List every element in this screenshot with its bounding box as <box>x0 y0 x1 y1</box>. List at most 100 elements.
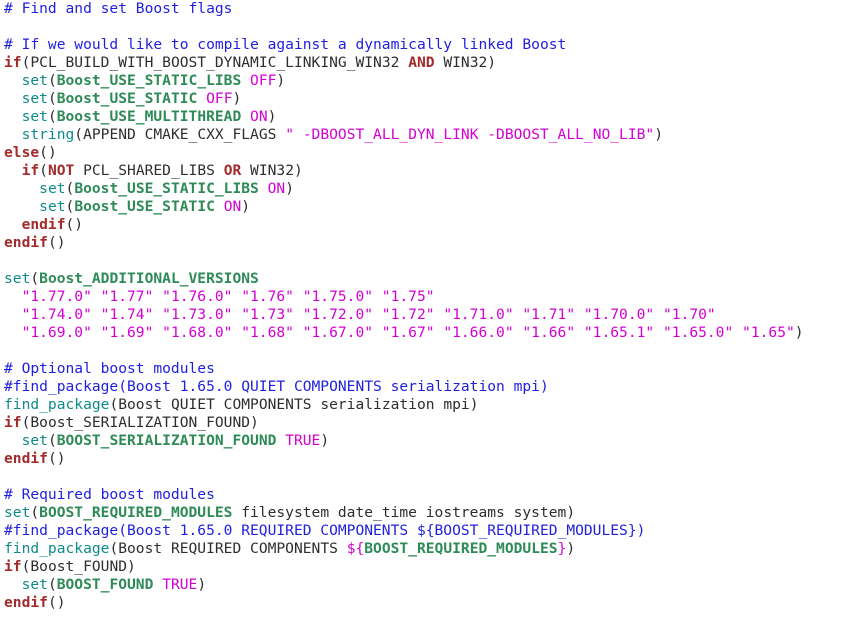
code-line[interactable]: "1.77.0" "1.77" "1.76.0" "1.76" "1.75.0"… <box>4 288 804 306</box>
code-line[interactable]: set(Boost_USE_STATIC ON) <box>4 198 804 216</box>
code-line[interactable]: "1.74.0" "1.74" "1.73.0" "1.73" "1.72.0"… <box>4 306 804 324</box>
code-line[interactable]: #find_package(Boost 1.65.0 QUIET COMPONE… <box>4 378 804 396</box>
code-line[interactable]: if(NOT PCL_SHARED_LIBS OR WIN32) <box>4 162 804 180</box>
code-token-keyword: AND <box>408 54 435 71</box>
code-line[interactable]: set(BOOST_REQUIRED_MODULES filesystem da… <box>4 504 804 522</box>
code-token-paren: ) <box>293 162 303 179</box>
code-token-plain: WIN32 <box>241 162 294 179</box>
code-token-paren: () <box>65 216 84 233</box>
code-token-variable: Boost_ADDITIONAL_VERSIONS <box>39 270 259 287</box>
code-line[interactable] <box>4 18 804 36</box>
code-token-paren: ) <box>320 432 330 449</box>
code-line[interactable]: endif() <box>4 216 804 234</box>
code-token-command: set <box>39 198 66 215</box>
code-line[interactable]: #find_package(Boost 1.65.0 REQUIRED COMP… <box>4 522 804 540</box>
code-token-control: if <box>4 558 22 575</box>
code-token-paren: ( <box>47 108 57 125</box>
code-token-command: string <box>21 126 75 143</box>
code-token-value: TRUE <box>162 576 198 593</box>
code-line[interactable]: set(Boost_ADDITIONAL_VERSIONS <box>4 270 804 288</box>
code-token-variable: Boost_USE_STATIC_LIBS <box>56 72 242 89</box>
code-token-plain: Boost_SERIALIZATION_FOUND <box>30 414 251 431</box>
code-token-string: "1.77.0" "1.77" "1.76.0" "1.76" "1.75.0"… <box>21 288 435 305</box>
code-token-string: " -DBOOST_ALL_DYN_LINK -DBOOST_ALL_NO_LI… <box>285 126 655 143</box>
code-line[interactable]: endif() <box>4 234 804 252</box>
code-token-value: OFF <box>206 90 233 107</box>
code-line[interactable]: else() <box>4 144 804 162</box>
code-line[interactable]: set(Boost_USE_STATIC_LIBS OFF) <box>4 72 804 90</box>
code-line[interactable]: if(Boost_FOUND) <box>4 558 804 576</box>
code-line[interactable]: set(BOOST_FOUND TRUE) <box>4 576 804 594</box>
code-token-paren: () <box>47 450 66 467</box>
code-token-string: "1.69.0" "1.69" "1.68.0" "1.68" "1.67.0"… <box>21 324 795 341</box>
code-token-paren: () <box>47 234 66 251</box>
code-line[interactable]: if(Boost_SERIALIZATION_FOUND) <box>4 414 804 432</box>
code-line[interactable]: string(APPEND CMAKE_CXX_FLAGS " -DBOOST_… <box>4 126 804 144</box>
code-token-paren: ( <box>30 270 40 287</box>
code-token-paren: ) <box>654 126 664 143</box>
code-token-paren: ) <box>127 558 136 575</box>
code-token-paren: ) <box>232 90 242 107</box>
code-token-variable: Boost_USE_STATIC <box>56 90 198 107</box>
code-line[interactable]: "1.69.0" "1.69" "1.68.0" "1.68" "1.67.0"… <box>4 324 804 342</box>
code-token-plain: Boost_FOUND <box>30 558 128 575</box>
code-token-paren: ( <box>109 396 119 413</box>
code-line[interactable]: # Optional boost modules <box>4 360 804 378</box>
code-line[interactable]: find_package(Boost QUIET COMPONENTS seri… <box>4 396 804 414</box>
code-line[interactable] <box>4 252 804 270</box>
code-token-plain: Boost REQUIRED COMPONENTS <box>118 540 347 557</box>
code-token-command: set <box>21 108 48 125</box>
code-token-plain: WIN32 <box>434 54 488 71</box>
code-token-variable: BOOST_REQUIRED_MODULES <box>364 540 558 557</box>
code-token-keyword: NOT <box>47 162 75 179</box>
code-line[interactable]: endif() <box>4 450 804 468</box>
code-token-value: ON <box>250 108 268 125</box>
code-token-plain: APPEND CMAKE_CXX_FLAGS <box>83 126 286 143</box>
code-line[interactable]: set(BOOST_SERIALIZATION_FOUND TRUE) <box>4 432 804 450</box>
code-token-plain: PCL_SHARED_LIBS <box>74 162 224 179</box>
code-line[interactable]: if(PCL_BUILD_WITH_BOOST_DYNAMIC_LINKING_… <box>4 54 804 72</box>
code-token-command: set <box>4 270 31 287</box>
code-line[interactable]: endif() <box>4 594 804 612</box>
code-token-variable: Boost_USE_MULTITHREAD <box>56 108 242 125</box>
code-token-paren: ( <box>65 180 75 197</box>
code-token-paren: ) <box>794 324 804 341</box>
code-line[interactable]: set(Boost_USE_MULTITHREAD ON) <box>4 108 804 126</box>
code-token-control: endif <box>4 450 48 467</box>
code-token-comment: # Optional boost modules <box>4 360 215 377</box>
code-line[interactable]: # Find and set Boost flags <box>4 0 804 18</box>
code-line[interactable]: set(Boost_USE_STATIC_LIBS ON) <box>4 180 804 198</box>
code-token-command: set <box>21 90 48 107</box>
code-area[interactable]: # Find and set Boost flags # If we would … <box>4 0 804 612</box>
code-token-control: else <box>4 144 40 161</box>
code-line[interactable] <box>4 468 804 486</box>
code-token-control: if <box>4 54 22 71</box>
code-editor[interactable]: # Find and set Boost flags # If we would … <box>0 0 862 633</box>
code-line[interactable]: find_package(Boost REQUIRED COMPONENTS $… <box>4 540 804 558</box>
code-token-paren: ( <box>39 162 48 179</box>
code-token-command: set <box>21 576 48 593</box>
code-token-paren: ( <box>30 504 40 521</box>
code-line[interactable]: # If we would like to compile against a … <box>4 36 804 54</box>
code-token-command: find_package <box>4 396 110 413</box>
code-line[interactable] <box>4 342 804 360</box>
code-token-paren: ( <box>47 90 57 107</box>
code-token-command: set <box>21 72 48 89</box>
code-line[interactable]: set(Boost_USE_STATIC OFF) <box>4 90 804 108</box>
code-token-paren: ( <box>74 126 84 143</box>
code-token-comment: #find_package(Boost 1.65.0 REQUIRED COMP… <box>4 522 646 539</box>
code-token-variable: Boost_USE_STATIC_LIBS <box>74 180 259 197</box>
code-line[interactable]: # Required boost modules <box>4 486 804 504</box>
code-token-paren: ) <box>267 108 277 125</box>
